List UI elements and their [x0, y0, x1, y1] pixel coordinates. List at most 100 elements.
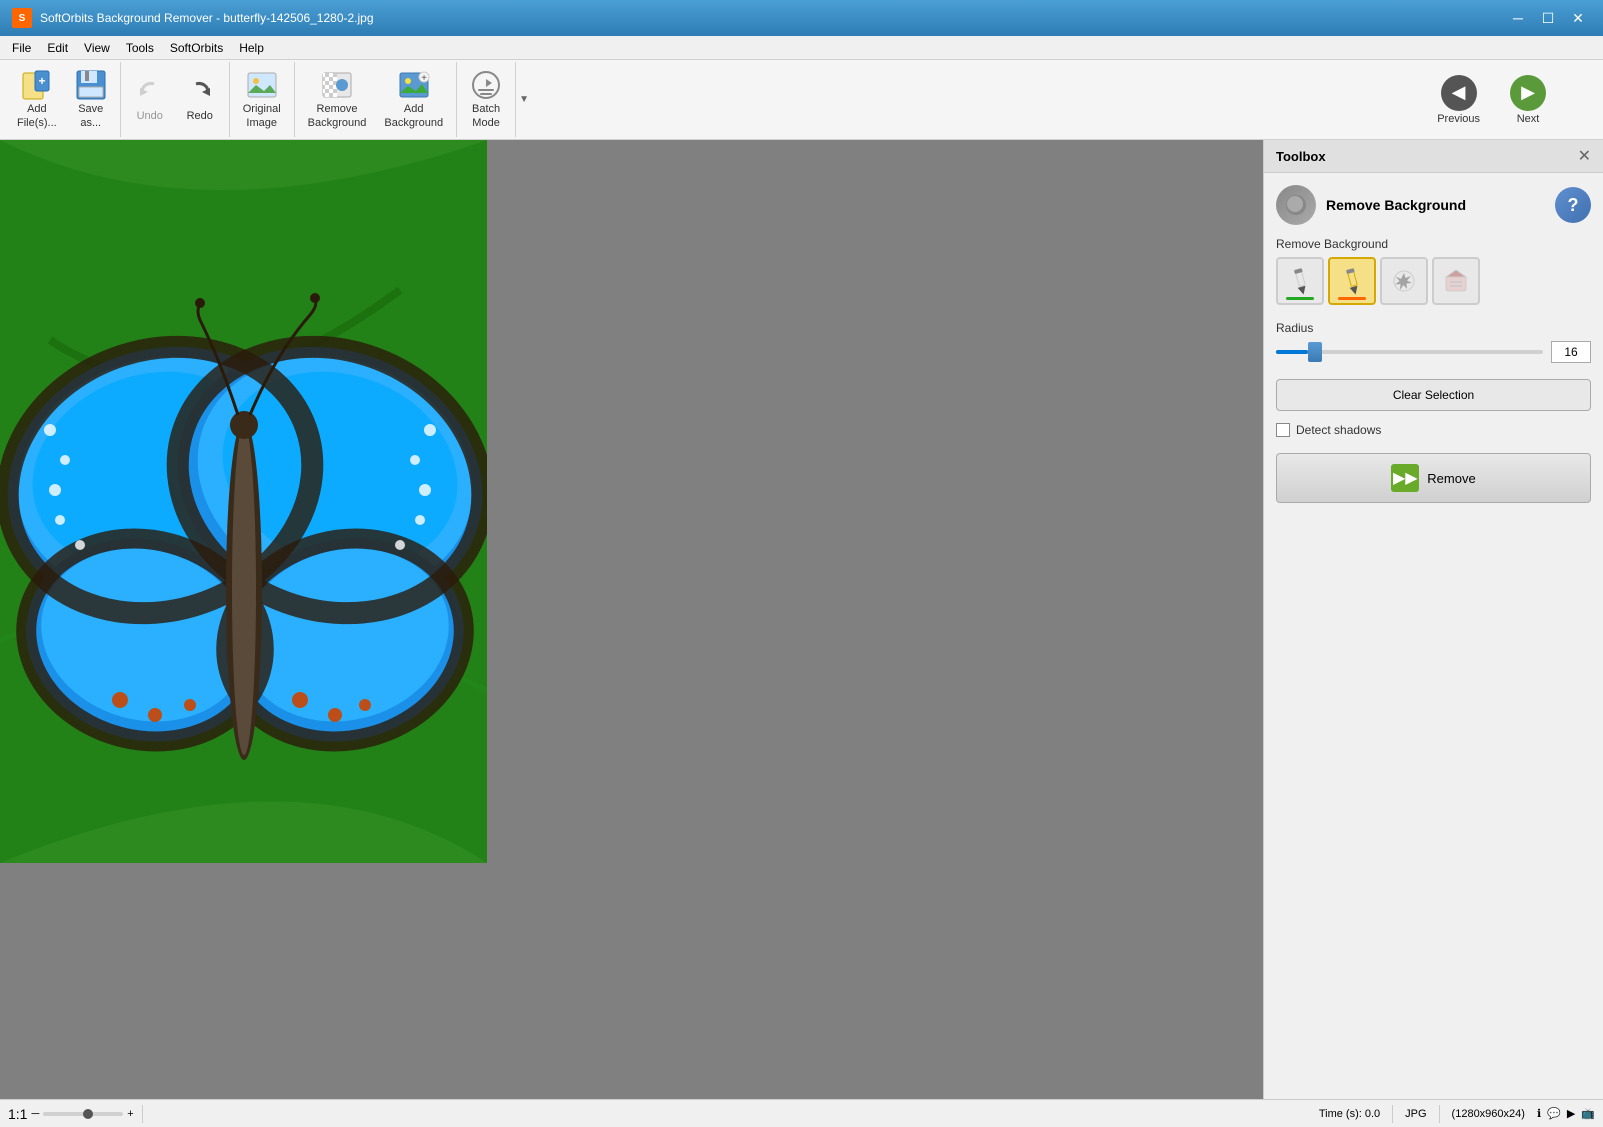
tool-buttons-group [1276, 257, 1591, 305]
remove-button[interactable]: ▶▶ Remove [1276, 453, 1591, 503]
remove-background-button[interactable]: RemoveBackground [299, 64, 376, 134]
toolbar-expand[interactable]: ▼ [516, 62, 532, 137]
clear-selection-button[interactable]: Clear Selection [1276, 379, 1591, 411]
batch-mode-icon [470, 69, 502, 101]
status-info: Time (s): 0.0 JPG (1280x960x24) ℹ 💬 ▶ 📺 [1319, 1105, 1595, 1123]
radius-section: Radius 16 [1276, 321, 1591, 363]
prev-icon: ◀ [1441, 75, 1477, 111]
detect-shadows-label: Detect shadows [1296, 423, 1381, 437]
menu-help[interactable]: Help [231, 39, 272, 57]
remove-arrow-icon: ▶▶ [1391, 464, 1419, 492]
menu-file[interactable]: File [4, 39, 39, 57]
toolbar-bg-group: RemoveBackground + AddBackground [295, 62, 457, 137]
help-button[interactable]: ? [1555, 187, 1591, 223]
maximize-button[interactable]: ☐ [1535, 8, 1561, 28]
format-label: JPG [1405, 1108, 1426, 1120]
status-bar: 1:1 ─ + Time (s): 0.0 JPG (1280x960x24) … [0, 1099, 1603, 1127]
zoom-slider[interactable] [43, 1112, 123, 1116]
save-as-label: Saveas... [78, 103, 103, 129]
toolbox-panel: Toolbox ✕ Remove Background ? Remo [1263, 140, 1603, 1099]
original-image-button[interactable]: OriginalImage [234, 64, 290, 134]
radius-row: 16 [1276, 341, 1591, 363]
undo-button[interactable]: Undo [125, 71, 175, 128]
batch-mode-button[interactable]: BatchMode [461, 64, 511, 134]
toolbar: + AddFile(s)... Saveas... [0, 60, 1603, 140]
clear-tool-button[interactable] [1432, 257, 1480, 305]
rb-icon [1276, 185, 1316, 225]
detect-shadows-checkbox[interactable] [1276, 423, 1290, 437]
toolbar-file-group: + AddFile(s)... Saveas... [4, 62, 121, 137]
info-icons: ℹ 💬 ▶ 📺 [1537, 1107, 1595, 1120]
toolbar-batch-group: BatchMode [457, 62, 516, 137]
zoom-plus[interactable]: + [127, 1108, 133, 1120]
magic-tool-button[interactable] [1380, 257, 1428, 305]
toolbox-close-button[interactable]: ✕ [1578, 146, 1591, 166]
previous-label: Previous [1437, 113, 1480, 125]
status-sep-2 [1392, 1105, 1393, 1123]
social-icon-3[interactable]: 📺 [1581, 1107, 1595, 1120]
radius-slider[interactable] [1276, 350, 1543, 354]
title-bar: S SoftOrbits Background Remover - butter… [0, 0, 1603, 36]
menu-tools[interactable]: Tools [118, 39, 162, 57]
social-icon-2[interactable]: ▶ [1567, 1107, 1575, 1120]
dimensions-label: (1280x960x24) [1452, 1108, 1525, 1120]
zoom-label: 1:1 [8, 1106, 27, 1122]
toolbox-content: Remove Background ? Remove Background [1264, 173, 1603, 515]
previous-button[interactable]: ◀ Previous [1424, 70, 1493, 130]
app-icon: S [12, 8, 32, 28]
zoom-controls: 1:1 ─ + [8, 1106, 134, 1122]
canvas-area[interactable] [0, 140, 1263, 1099]
detect-shadows-row: Detect shadows [1276, 423, 1591, 437]
rb-header: Remove Background ? [1276, 185, 1591, 225]
add-files-button[interactable]: + AddFile(s)... [8, 64, 66, 134]
add-files-icon: + [21, 69, 53, 101]
toolbar-image-group: OriginalImage [230, 62, 295, 137]
toolbar-edit-group: Undo Redo [121, 62, 230, 137]
radius-value[interactable]: 16 [1551, 341, 1591, 363]
status-sep-1 [142, 1105, 143, 1123]
status-sep-3 [1439, 1105, 1440, 1123]
keep-tool-indicator [1286, 297, 1314, 300]
rb-header-left: Remove Background [1276, 185, 1466, 225]
radius-thumb[interactable] [1308, 342, 1322, 362]
minimize-button[interactable]: ─ [1505, 8, 1531, 28]
close-button[interactable]: ✕ [1565, 8, 1591, 28]
menu-edit[interactable]: Edit [39, 39, 76, 57]
undo-label: Undo [137, 110, 163, 123]
menu-softorbits[interactable]: SoftOrbits [162, 39, 231, 57]
batch-mode-label: BatchMode [472, 103, 500, 129]
remove-bg-label: Remove Background [1276, 237, 1591, 251]
svg-text:+: + [38, 74, 45, 88]
redo-icon [184, 76, 216, 108]
radius-fill [1276, 350, 1308, 354]
redo-label: Redo [187, 110, 213, 123]
redo-button[interactable]: Redo [175, 71, 225, 128]
window-controls: ─ ☐ ✕ [1505, 8, 1591, 28]
add-files-label: AddFile(s)... [17, 103, 57, 129]
remove-tool-button[interactable] [1328, 257, 1376, 305]
keep-tool-button[interactable] [1276, 257, 1324, 305]
remove-background-icon [321, 69, 353, 101]
social-icon-1[interactable]: 💬 [1547, 1107, 1561, 1120]
menu-bar: File Edit View Tools SoftOrbits Help [0, 36, 1603, 60]
radius-label: Radius [1276, 321, 1591, 335]
info-icon[interactable]: ℹ [1537, 1107, 1541, 1120]
menu-view[interactable]: View [76, 39, 118, 57]
add-background-icon: + [398, 69, 430, 101]
main-content: Toolbox ✕ Remove Background ? Remo [0, 140, 1603, 1099]
nav-section: ◀ Previous ▶ Next [1420, 60, 1563, 139]
svg-text:+: + [421, 73, 427, 84]
canvas-image [0, 140, 487, 863]
zoom-minus[interactable]: ─ [31, 1108, 39, 1120]
original-image-icon [246, 69, 278, 101]
toolbox-header: Toolbox ✕ [1264, 140, 1603, 173]
next-button[interactable]: ▶ Next [1497, 70, 1559, 130]
rb-section-title: Remove Background [1326, 197, 1466, 213]
add-background-button[interactable]: + AddBackground [375, 64, 452, 134]
save-as-button[interactable]: Saveas... [66, 64, 116, 134]
remove-tool-indicator [1338, 297, 1366, 300]
next-icon: ▶ [1510, 75, 1546, 111]
window-title: SoftOrbits Background Remover - butterfl… [40, 11, 1505, 25]
original-image-label: OriginalImage [243, 103, 281, 129]
remove-button-label: Remove [1427, 471, 1475, 486]
